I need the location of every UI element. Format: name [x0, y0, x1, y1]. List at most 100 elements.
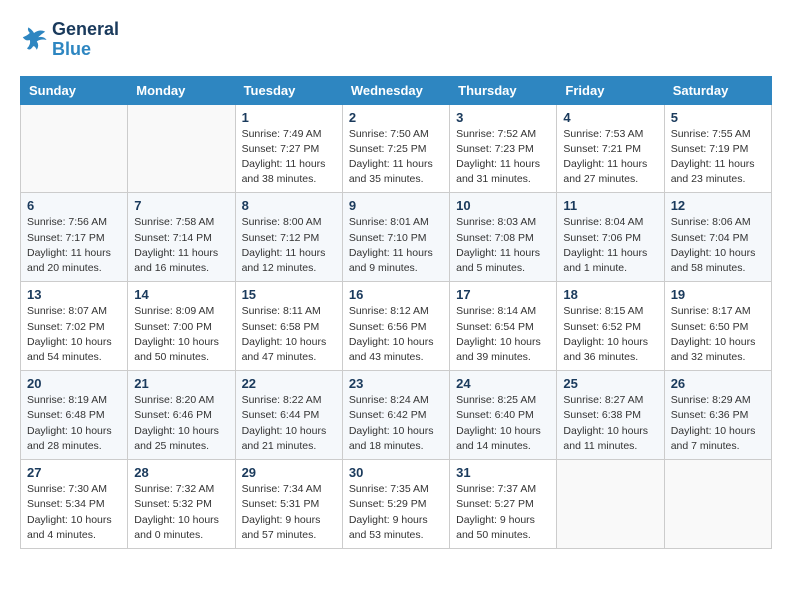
calendar-cell	[128, 104, 235, 193]
day-info: Sunrise: 7:52 AM Sunset: 7:23 PM Dayligh…	[456, 127, 550, 188]
day-number: 27	[27, 465, 121, 480]
day-info: Sunrise: 8:19 AM Sunset: 6:48 PM Dayligh…	[27, 393, 121, 454]
calendar-cell: 27 Sunrise: 7:30 AM Sunset: 5:34 PM Dayli…	[21, 460, 128, 549]
day-number: 26	[671, 376, 765, 391]
calendar-cell: 31 Sunrise: 7:37 AM Sunset: 5:27 PM Dayli…	[450, 460, 557, 549]
calendar-week-2: 6Sunrise: 7:56 AM Sunset: 7:17 PM Daylig…	[21, 193, 772, 282]
day-info: Sunrise: 7:53 AM Sunset: 7:21 PM Dayligh…	[563, 127, 657, 188]
calendar-cell: 23 Sunrise: 8:24 AM Sunset: 6:42 PM Dayli…	[342, 371, 449, 460]
column-header-friday: Friday	[557, 76, 664, 104]
day-info: Sunrise: 8:29 AM Sunset: 6:36 PM Dayligh…	[671, 393, 765, 454]
day-number: 4	[563, 110, 657, 125]
day-number: 10	[456, 198, 550, 213]
day-number: 21	[134, 376, 228, 391]
day-number: 25	[563, 376, 657, 391]
page-header: General Blue	[20, 20, 772, 60]
column-header-tuesday: Tuesday	[235, 76, 342, 104]
calendar-cell: 19 Sunrise: 8:17 AM Sunset: 6:50 PM Dayli…	[664, 282, 771, 371]
day-info: Sunrise: 7:34 AM Sunset: 5:31 PM Dayligh…	[242, 482, 336, 543]
calendar-cell: 6Sunrise: 7:56 AM Sunset: 7:17 PM Daylig…	[21, 193, 128, 282]
day-info: Sunrise: 7:55 AM Sunset: 7:19 PM Dayligh…	[671, 127, 765, 188]
calendar-week-4: 20 Sunrise: 8:19 AM Sunset: 6:48 PM Dayli…	[21, 371, 772, 460]
calendar-cell: 24 Sunrise: 8:25 AM Sunset: 6:40 PM Dayli…	[450, 371, 557, 460]
day-info: Sunrise: 8:24 AM Sunset: 6:42 PM Dayligh…	[349, 393, 443, 454]
day-info: Sunrise: 7:30 AM Sunset: 5:34 PM Dayligh…	[27, 482, 121, 543]
calendar-week-1: 1 Sunrise: 7:49 AM Sunset: 7:27 PM Daylig…	[21, 104, 772, 193]
day-number: 15	[242, 287, 336, 302]
day-number: 1	[242, 110, 336, 125]
day-info: Sunrise: 8:07 AM Sunset: 7:02 PM Dayligh…	[27, 304, 121, 365]
column-header-wednesday: Wednesday	[342, 76, 449, 104]
calendar-cell: 16 Sunrise: 8:12 AM Sunset: 6:56 PM Dayli…	[342, 282, 449, 371]
day-number: 16	[349, 287, 443, 302]
calendar-cell: 2 Sunrise: 7:50 AM Sunset: 7:25 PM Daylig…	[342, 104, 449, 193]
column-header-saturday: Saturday	[664, 76, 771, 104]
day-info: Sunrise: 7:58 AM Sunset: 7:14 PM Dayligh…	[134, 215, 228, 276]
calendar-cell: 25 Sunrise: 8:27 AM Sunset: 6:38 PM Dayli…	[557, 371, 664, 460]
calendar-cell: 26 Sunrise: 8:29 AM Sunset: 6:36 PM Dayli…	[664, 371, 771, 460]
day-number: 2	[349, 110, 443, 125]
calendar-cell: 28Sunrise: 7:32 AM Sunset: 5:32 PM Dayli…	[128, 460, 235, 549]
day-info: Sunrise: 8:06 AM Sunset: 7:04 PM Dayligh…	[671, 215, 765, 276]
calendar-cell: 1 Sunrise: 7:49 AM Sunset: 7:27 PM Daylig…	[235, 104, 342, 193]
day-number: 12	[671, 198, 765, 213]
day-info: Sunrise: 7:50 AM Sunset: 7:25 PM Dayligh…	[349, 127, 443, 188]
calendar-cell: 3 Sunrise: 7:52 AM Sunset: 7:23 PM Daylig…	[450, 104, 557, 193]
day-number: 30	[349, 465, 443, 480]
day-info: Sunrise: 8:04 AM Sunset: 7:06 PM Dayligh…	[563, 215, 657, 276]
day-info: Sunrise: 7:37 AM Sunset: 5:27 PM Dayligh…	[456, 482, 550, 543]
calendar-cell: 13 Sunrise: 8:07 AM Sunset: 7:02 PM Dayli…	[21, 282, 128, 371]
calendar-header-row: SundayMondayTuesdayWednesdayThursdayFrid…	[21, 76, 772, 104]
day-number: 19	[671, 287, 765, 302]
day-number: 6	[27, 198, 121, 213]
day-info: Sunrise: 8:12 AM Sunset: 6:56 PM Dayligh…	[349, 304, 443, 365]
day-number: 23	[349, 376, 443, 391]
day-info: Sunrise: 8:20 AM Sunset: 6:46 PM Dayligh…	[134, 393, 228, 454]
day-number: 28	[134, 465, 228, 480]
calendar-cell: 4 Sunrise: 7:53 AM Sunset: 7:21 PM Daylig…	[557, 104, 664, 193]
day-info: Sunrise: 8:25 AM Sunset: 6:40 PM Dayligh…	[456, 393, 550, 454]
day-info: Sunrise: 8:27 AM Sunset: 6:38 PM Dayligh…	[563, 393, 657, 454]
logo-text: General Blue	[52, 20, 119, 60]
day-number: 9	[349, 198, 443, 213]
day-info: Sunrise: 8:00 AM Sunset: 7:12 PM Dayligh…	[242, 215, 336, 276]
calendar-cell: 14 Sunrise: 8:09 AM Sunset: 7:00 PM Dayli…	[128, 282, 235, 371]
calendar-cell: 12 Sunrise: 8:06 AM Sunset: 7:04 PM Dayli…	[664, 193, 771, 282]
day-number: 31	[456, 465, 550, 480]
calendar-cell: 5 Sunrise: 7:55 AM Sunset: 7:19 PM Daylig…	[664, 104, 771, 193]
calendar-cell	[557, 460, 664, 549]
calendar-cell	[664, 460, 771, 549]
day-info: Sunrise: 8:01 AM Sunset: 7:10 PM Dayligh…	[349, 215, 443, 276]
calendar-cell: 17 Sunrise: 8:14 AM Sunset: 6:54 PM Dayli…	[450, 282, 557, 371]
calendar-cell: 15 Sunrise: 8:11 AM Sunset: 6:58 PM Dayli…	[235, 282, 342, 371]
day-number: 11	[563, 198, 657, 213]
day-info: Sunrise: 8:09 AM Sunset: 7:00 PM Dayligh…	[134, 304, 228, 365]
day-number: 3	[456, 110, 550, 125]
column-header-monday: Monday	[128, 76, 235, 104]
column-header-sunday: Sunday	[21, 76, 128, 104]
calendar-cell: 9 Sunrise: 8:01 AM Sunset: 7:10 PM Daylig…	[342, 193, 449, 282]
day-number: 22	[242, 376, 336, 391]
day-info: Sunrise: 8:14 AM Sunset: 6:54 PM Dayligh…	[456, 304, 550, 365]
day-info: Sunrise: 8:17 AM Sunset: 6:50 PM Dayligh…	[671, 304, 765, 365]
day-number: 13	[27, 287, 121, 302]
calendar-cell: 7Sunrise: 7:58 AM Sunset: 7:14 PM Daylig…	[128, 193, 235, 282]
day-info: Sunrise: 8:15 AM Sunset: 6:52 PM Dayligh…	[563, 304, 657, 365]
calendar-table: SundayMondayTuesdayWednesdayThursdayFrid…	[20, 76, 772, 549]
logo-icon	[20, 26, 48, 54]
day-number: 24	[456, 376, 550, 391]
day-number: 14	[134, 287, 228, 302]
day-info: Sunrise: 8:11 AM Sunset: 6:58 PM Dayligh…	[242, 304, 336, 365]
calendar-cell: 11 Sunrise: 8:04 AM Sunset: 7:06 PM Dayli…	[557, 193, 664, 282]
calendar-cell: 10 Sunrise: 8:03 AM Sunset: 7:08 PM Dayli…	[450, 193, 557, 282]
day-number: 20	[27, 376, 121, 391]
day-number: 5	[671, 110, 765, 125]
day-number: 17	[456, 287, 550, 302]
calendar-cell: 29Sunrise: 7:34 AM Sunset: 5:31 PM Dayli…	[235, 460, 342, 549]
day-info: Sunrise: 7:49 AM Sunset: 7:27 PM Dayligh…	[242, 127, 336, 188]
day-number: 18	[563, 287, 657, 302]
calendar-cell: 20 Sunrise: 8:19 AM Sunset: 6:48 PM Dayli…	[21, 371, 128, 460]
day-info: Sunrise: 8:03 AM Sunset: 7:08 PM Dayligh…	[456, 215, 550, 276]
calendar-week-3: 13 Sunrise: 8:07 AM Sunset: 7:02 PM Dayli…	[21, 282, 772, 371]
day-info: Sunrise: 8:22 AM Sunset: 6:44 PM Dayligh…	[242, 393, 336, 454]
